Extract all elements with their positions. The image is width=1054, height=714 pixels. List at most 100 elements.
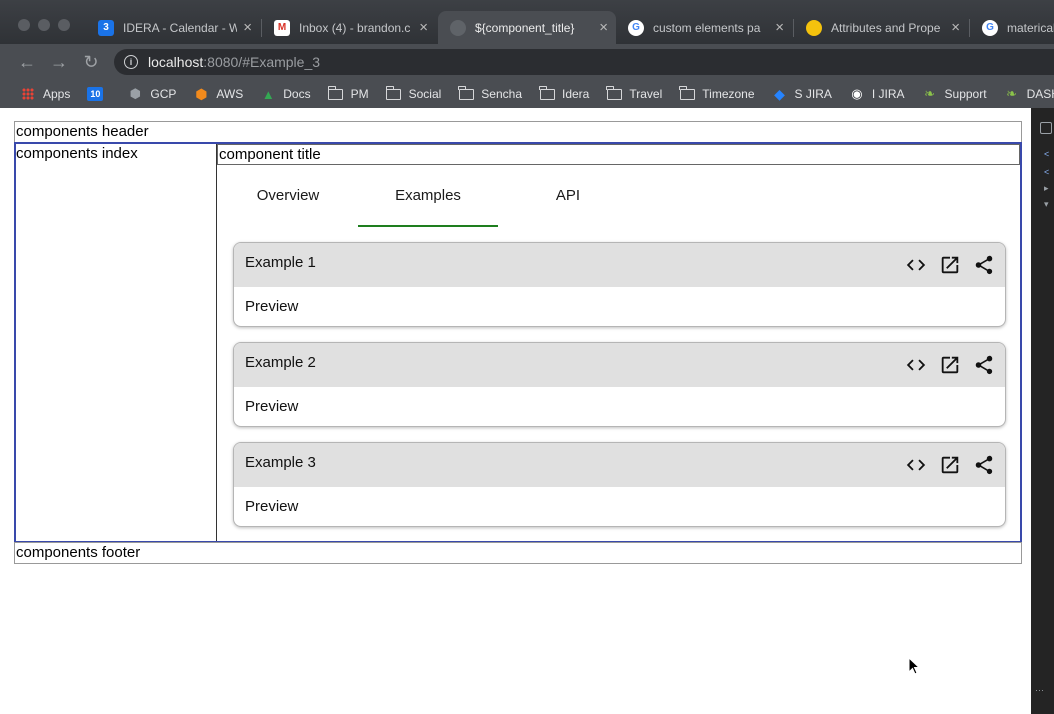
- example-card: Example 1 Preview: [233, 242, 1006, 327]
- browser-tab[interactable]: G custom elements pa ×: [616, 11, 792, 44]
- bookmark-dash[interactable]: ❧ DASH: [1004, 86, 1054, 101]
- bookmark-label: S JIRA: [794, 87, 832, 101]
- bookmark-label: DASH: [1026, 87, 1054, 101]
- example-title: Example 1: [245, 254, 316, 271]
- bookmark-gcp[interactable]: ⬢ GCP: [127, 86, 177, 101]
- bookmark-folder-sencha[interactable]: Sencha: [458, 85, 522, 101]
- bookmark-label: Apps: [43, 87, 71, 101]
- bookmark-s-jira[interactable]: ◆ S JIRA: [772, 85, 832, 102]
- calendar-icon: 3: [98, 19, 114, 36]
- open-in-new-icon[interactable]: [939, 254, 961, 276]
- mouse-cursor-icon: [908, 657, 920, 675]
- browser-toolbar: ← → ↻ i localhost:8080/#Example_3: [0, 44, 1054, 80]
- browser-tab[interactable]: Attributes and Prope ×: [794, 11, 968, 44]
- bookmark-i-jira[interactable]: ◉ I JIRA: [849, 86, 905, 101]
- bookmark-folder-idera[interactable]: Idera: [539, 85, 589, 101]
- back-arrow-icon[interactable]: ←: [16, 51, 38, 73]
- bookmark-label: PM: [350, 87, 369, 101]
- close-icon[interactable]: ×: [243, 19, 252, 36]
- example-title: Example 2: [245, 354, 316, 371]
- forward-arrow-icon[interactable]: →: [48, 51, 70, 73]
- chevron-right-icon: ▸: [1044, 183, 1049, 193]
- close-icon[interactable]: ×: [419, 19, 428, 36]
- code-icon[interactable]: [905, 354, 927, 376]
- url-path: :8080/#Example_3: [203, 54, 321, 70]
- inspect-icon[interactable]: [1040, 122, 1052, 134]
- drive-icon: ▲: [261, 86, 275, 102]
- bookmark-aws[interactable]: ⬢ AWS: [193, 85, 243, 102]
- bookmark-support[interactable]: ❧ Support: [922, 86, 987, 101]
- example-card-header: Example 3: [234, 443, 1005, 487]
- tab-overview[interactable]: Overview: [218, 168, 358, 227]
- example-card: Example 3 Preview: [233, 442, 1006, 527]
- bookmark-label: Travel: [629, 87, 663, 101]
- browser-tab-label: custom elements pa: [653, 20, 761, 35]
- devtools-panel[interactable]: < < ▸ ▾ ···: [1031, 108, 1054, 714]
- bookmark-label: Timezone: [702, 87, 755, 101]
- loading-icon: [450, 19, 466, 36]
- google-icon: G: [628, 19, 644, 36]
- more-icon[interactable]: ···: [1035, 686, 1051, 695]
- browser-tab-label: IDERA - Calendar - W: [123, 20, 238, 35]
- page-viewport: components header components index compo…: [0, 108, 1031, 714]
- bookmark-docs[interactable]: ▲ Docs: [260, 86, 311, 102]
- code-icon[interactable]: [905, 254, 927, 276]
- bookmark-calendar[interactable]: 10: [87, 87, 110, 101]
- window-minimize-button[interactable]: [38, 19, 50, 31]
- gmail-icon: M: [274, 19, 290, 36]
- bookmark-label: Support: [944, 87, 987, 101]
- browser-tab[interactable]: G materical: [970, 11, 1054, 44]
- tab-api[interactable]: API: [498, 168, 638, 227]
- info-icon[interactable]: i: [124, 55, 138, 69]
- bookmark-label: Sencha: [481, 87, 522, 101]
- folder-icon: [458, 85, 474, 101]
- bookmark-folder-pm[interactable]: PM: [327, 85, 369, 101]
- url-host: localhost: [148, 54, 204, 70]
- chevron-down-icon: ▾: [1044, 199, 1049, 209]
- close-icon[interactable]: ×: [599, 19, 608, 36]
- gcp-icon: ⬢: [129, 86, 142, 101]
- share-icon[interactable]: [973, 454, 995, 476]
- share-icon[interactable]: [973, 254, 995, 276]
- code-icon[interactable]: [905, 454, 927, 476]
- close-icon[interactable]: ×: [775, 19, 784, 36]
- bookmark-apps[interactable]: Apps: [20, 87, 70, 101]
- reload-icon[interactable]: ↻: [80, 51, 102, 73]
- example-actions: [905, 354, 995, 376]
- component-title: component title: [217, 144, 1020, 165]
- bookmark-folder-social[interactable]: Social: [385, 85, 442, 101]
- example-preview: Preview: [245, 398, 299, 415]
- address-bar[interactable]: i localhost:8080/#Example_3: [114, 49, 1054, 75]
- bookmark-label: I JIRA: [871, 87, 905, 101]
- share-icon[interactable]: [973, 354, 995, 376]
- components-header: components header: [14, 121, 1022, 143]
- calendar-icon: 10: [87, 87, 104, 101]
- window-maximize-button[interactable]: [58, 19, 70, 31]
- browser-tab-label: Attributes and Prope: [831, 20, 941, 35]
- open-in-new-icon[interactable]: [939, 354, 961, 376]
- example-preview: Preview: [245, 498, 299, 515]
- bookmark-folder-timezone[interactable]: Timezone: [679, 85, 755, 101]
- globe-icon: ◉: [851, 86, 863, 101]
- folder-icon: [679, 85, 695, 101]
- example-card-header: Example 1: [234, 243, 1005, 287]
- bookmark-label: Social: [408, 87, 442, 101]
- bookmarks-bar: Apps 10 ⬢ GCP ⬢ AWS ▲ Docs PM Social Sen…: [0, 80, 1054, 108]
- components-index: components index: [16, 144, 217, 541]
- window-close-button[interactable]: [18, 19, 30, 31]
- open-in-new-icon[interactable]: [939, 454, 961, 476]
- browser-tab-active[interactable]: ${component_title} ×: [438, 11, 616, 44]
- bookmark-folder-travel[interactable]: Travel: [606, 85, 663, 101]
- close-icon[interactable]: ×: [951, 19, 960, 36]
- components-body: components index component title Overvie…: [14, 142, 1022, 543]
- example-card-header: Example 2: [234, 343, 1005, 387]
- jira-icon: ◆: [774, 85, 785, 102]
- apps-grid-icon: [20, 87, 36, 101]
- example-title: Example 3: [245, 454, 316, 471]
- aws-icon: ⬢: [195, 85, 208, 102]
- tab-examples[interactable]: Examples: [358, 168, 498, 227]
- code-icon: <: [1044, 167, 1050, 177]
- browser-tab[interactable]: M Inbox (4) - brandon.c ×: [262, 11, 436, 44]
- example-actions: [905, 254, 995, 276]
- browser-tab[interactable]: 3 IDERA - Calendar - W ×: [86, 11, 260, 44]
